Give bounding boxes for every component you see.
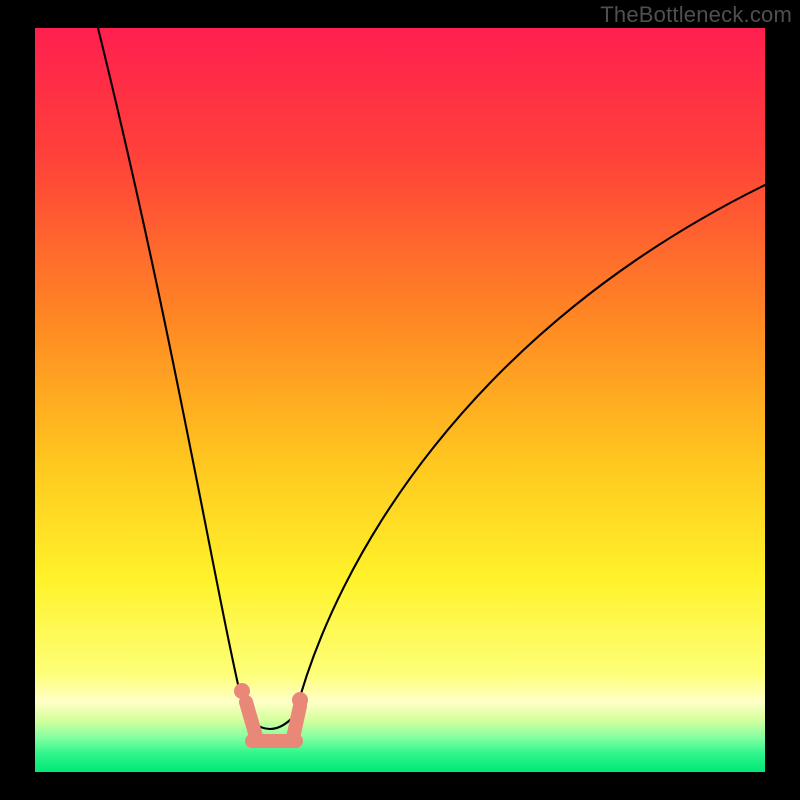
chart-svg [0,0,800,800]
watermark-text: TheBottleneck.com [600,2,792,28]
plot-area [35,28,765,772]
chart-stage: TheBottleneck.com [0,0,800,800]
